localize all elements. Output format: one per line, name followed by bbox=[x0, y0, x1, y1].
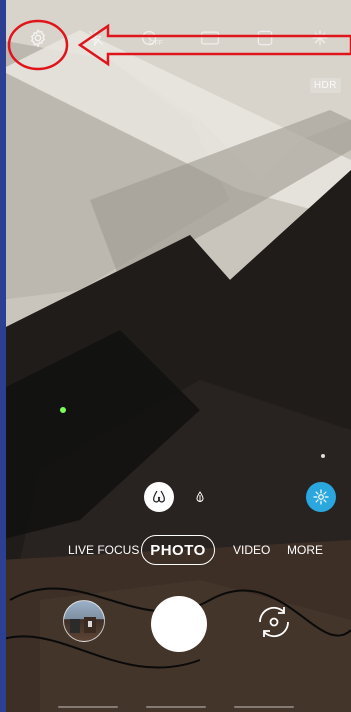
mode-photo[interactable]: PHOTO bbox=[141, 535, 215, 565]
wide-angle-icon[interactable] bbox=[144, 482, 174, 512]
nav-back[interactable] bbox=[234, 706, 294, 708]
timer-label: OFF bbox=[149, 40, 163, 47]
flash-off-icon[interactable] bbox=[76, 18, 116, 58]
filter-icon[interactable] bbox=[300, 18, 340, 58]
camera-top-bar: OFF bbox=[0, 18, 351, 64]
zoom-controls bbox=[0, 478, 351, 518]
timer-off-icon[interactable]: OFF bbox=[130, 18, 170, 58]
settings-icon[interactable] bbox=[18, 18, 58, 58]
hdr-badge[interactable]: HDR bbox=[309, 78, 341, 93]
capture-bar bbox=[0, 596, 351, 656]
motion-photo-icon[interactable] bbox=[245, 18, 285, 58]
flip-camera-icon[interactable] bbox=[252, 600, 296, 644]
aspect-ratio-icon[interactable] bbox=[190, 18, 230, 58]
camera-viewfinder[interactable]: OFF HDR LIVE FOCUS PHOTO VIDEO MORE bbox=[0, 0, 351, 712]
camera-mode-selector: LIVE FOCUS PHOTO VIDEO MORE bbox=[0, 535, 351, 565]
bixby-vision-icon[interactable] bbox=[306, 482, 336, 512]
gallery-thumbnail[interactable] bbox=[63, 600, 105, 642]
mode-more[interactable]: MORE bbox=[287, 535, 323, 565]
nav-recents[interactable] bbox=[58, 706, 118, 708]
shutter-button[interactable] bbox=[151, 596, 207, 652]
telephoto-icon[interactable] bbox=[188, 482, 212, 512]
mode-live-focus[interactable]: LIVE FOCUS bbox=[68, 535, 139, 565]
nav-home[interactable] bbox=[146, 706, 206, 708]
mode-video[interactable]: VIDEO bbox=[233, 535, 270, 565]
system-nav-bar bbox=[0, 700, 351, 712]
